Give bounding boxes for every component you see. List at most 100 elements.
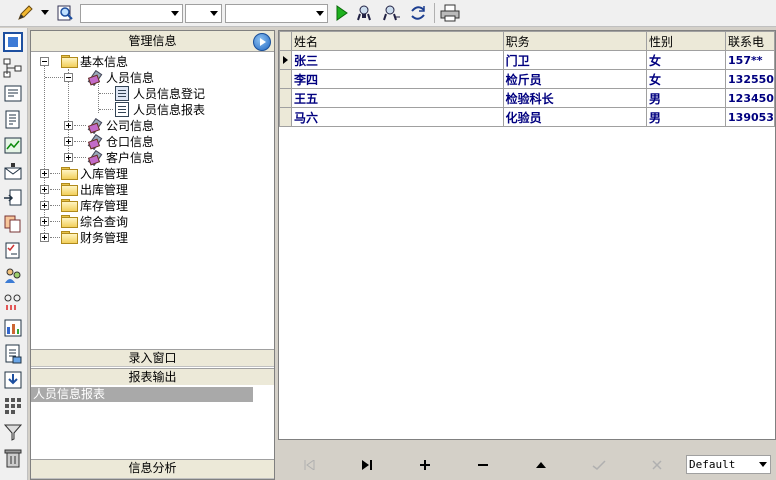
cell-phone[interactable]: 139053 xyxy=(725,107,775,127)
cell-position[interactable]: 门卫 xyxy=(502,50,647,70)
folder-icon xyxy=(61,167,78,180)
column-header-gender[interactable]: 性别 xyxy=(645,31,727,51)
tree-toggle-company[interactable] xyxy=(64,121,73,130)
table-row[interactable]: 李四 检斤员 女 132550 xyxy=(279,69,775,89)
section-entry-window[interactable]: 录入窗口 xyxy=(31,349,274,367)
cell-position[interactable]: 检斤员 xyxy=(502,69,647,89)
import-icon[interactable] xyxy=(3,370,23,390)
post-record-button[interactable] xyxy=(588,456,610,474)
column-header-phone[interactable]: 联系电 xyxy=(725,31,775,51)
tree-line xyxy=(44,61,45,239)
edit-record-button[interactable] xyxy=(530,456,552,474)
tools-icon xyxy=(87,70,103,85)
run-icon[interactable] xyxy=(332,3,352,23)
insert-record-button[interactable] xyxy=(414,456,436,474)
find-icon[interactable] xyxy=(355,3,377,23)
row-indicator[interactable] xyxy=(279,107,292,127)
tree-toggle-basic[interactable] xyxy=(40,57,49,66)
cell-phone[interactable]: 157** xyxy=(725,50,775,70)
cell-gender[interactable]: 男 xyxy=(645,88,727,108)
combo-box-2[interactable] xyxy=(185,4,222,23)
tree-node-personnel-info[interactable]: 人员信息 xyxy=(87,69,154,85)
checklist-icon[interactable] xyxy=(3,240,23,260)
cell-phone[interactable]: 132550 xyxy=(725,69,775,89)
cell-position[interactable]: 化验员 xyxy=(502,107,647,127)
section-report-output[interactable]: 报表输出 xyxy=(31,368,274,386)
structure-icon[interactable] xyxy=(3,58,23,78)
cell-name[interactable]: 李四 xyxy=(290,69,504,89)
users-icon[interactable] xyxy=(3,266,23,286)
link-icon[interactable] xyxy=(3,292,23,312)
chart-icon[interactable] xyxy=(3,136,23,156)
column-header-name[interactable]: 姓名 xyxy=(290,31,504,51)
tree-node-personnel-report[interactable]: 人员信息报表 xyxy=(115,101,205,117)
cell-gender[interactable]: 男 xyxy=(645,107,727,127)
tree-node-inbound[interactable]: 入库管理 xyxy=(61,165,128,181)
combo-box-3[interactable] xyxy=(225,4,328,23)
tree-line xyxy=(99,109,113,110)
cell-name[interactable]: 马六 xyxy=(290,107,504,127)
tree-node-query[interactable]: 综合查询 xyxy=(61,213,128,229)
row-indicator-header xyxy=(279,31,292,51)
combo-box-1[interactable] xyxy=(80,4,183,23)
table-row[interactable]: 张三 门卫 女 157** xyxy=(279,50,775,70)
tree-toggle-personnel[interactable] xyxy=(64,73,73,82)
row-indicator[interactable] xyxy=(279,50,292,70)
tree-node-company-info[interactable]: 公司信息 xyxy=(87,117,154,133)
refresh-icon[interactable] xyxy=(407,3,429,23)
first-record-button[interactable] xyxy=(298,456,320,474)
cell-phone[interactable]: 123450 xyxy=(725,88,775,108)
cell-gender[interactable]: 女 xyxy=(645,69,727,89)
column-header-position[interactable]: 职务 xyxy=(502,31,647,51)
tree-node-basic-info[interactable]: 基本信息 xyxy=(61,53,128,69)
tree-label: 库存管理 xyxy=(80,198,129,213)
report-list-item[interactable]: 人员信息报表 xyxy=(31,387,253,402)
mail-icon[interactable] xyxy=(3,162,23,182)
window-icon[interactable] xyxy=(3,32,23,52)
delete-record-button[interactable] xyxy=(472,456,494,474)
cell-name[interactable]: 王五 xyxy=(290,88,504,108)
page-icon[interactable] xyxy=(3,344,23,364)
tree-toggle-customer[interactable] xyxy=(64,153,73,162)
preview-icon[interactable] xyxy=(54,3,76,23)
table-row[interactable]: 王五 检验科长 男 123450 xyxy=(279,88,775,108)
find-next-icon[interactable] xyxy=(381,3,403,23)
grid-icon[interactable] xyxy=(3,396,23,416)
cell-name[interactable]: 张三 xyxy=(290,50,504,70)
tree-node-customer-info[interactable]: 客户信息 xyxy=(87,149,154,165)
tree-node-inventory[interactable]: 库存管理 xyxy=(61,197,128,213)
print-icon[interactable] xyxy=(438,3,462,23)
cell-gender[interactable]: 女 xyxy=(645,50,727,70)
report-icon[interactable] xyxy=(3,318,23,338)
row-indicator[interactable] xyxy=(279,88,292,108)
tree-node-outbound[interactable]: 出库管理 xyxy=(61,181,128,197)
copy-icon[interactable] xyxy=(3,214,23,234)
tree-toggle-finance[interactable] xyxy=(40,233,49,242)
export-icon[interactable] xyxy=(3,188,23,208)
tree-node-finance[interactable]: 财务管理 xyxy=(61,229,128,245)
row-indicator[interactable] xyxy=(279,69,292,89)
tree-node-warehouse-info[interactable]: 仓口信息 xyxy=(87,133,154,149)
tree-toggle-inventory[interactable] xyxy=(40,201,49,210)
panel-forward-button[interactable] xyxy=(253,33,271,51)
navigator-style-value: Default xyxy=(689,458,736,471)
document-icon[interactable] xyxy=(3,110,23,130)
section-info-analysis[interactable]: 信息分析 xyxy=(31,459,274,479)
filter-icon[interactable] xyxy=(3,422,23,442)
tree-node-personnel-register[interactable]: 人员信息登记 xyxy=(115,85,205,101)
cell-position[interactable]: 检验科长 xyxy=(502,88,647,108)
last-record-button[interactable] xyxy=(356,456,378,474)
table-row[interactable]: 马六 化验员 男 139053 xyxy=(279,107,775,127)
folder-icon xyxy=(61,183,78,196)
form-icon[interactable] xyxy=(3,84,23,104)
tree-toggle-query[interactable] xyxy=(40,217,49,226)
cancel-record-button[interactable] xyxy=(646,456,668,474)
trash-icon[interactable] xyxy=(3,448,23,468)
dropdown-arrow-icon[interactable] xyxy=(38,3,52,23)
folder-open-icon xyxy=(61,55,78,68)
pencil-icon[interactable] xyxy=(14,3,36,23)
navigator-style-select[interactable]: Default xyxy=(686,455,771,474)
tree-toggle-warehouse[interactable] xyxy=(64,137,73,146)
tree-toggle-outbound[interactable] xyxy=(40,185,49,194)
tree-toggle-inbound[interactable] xyxy=(40,169,49,178)
